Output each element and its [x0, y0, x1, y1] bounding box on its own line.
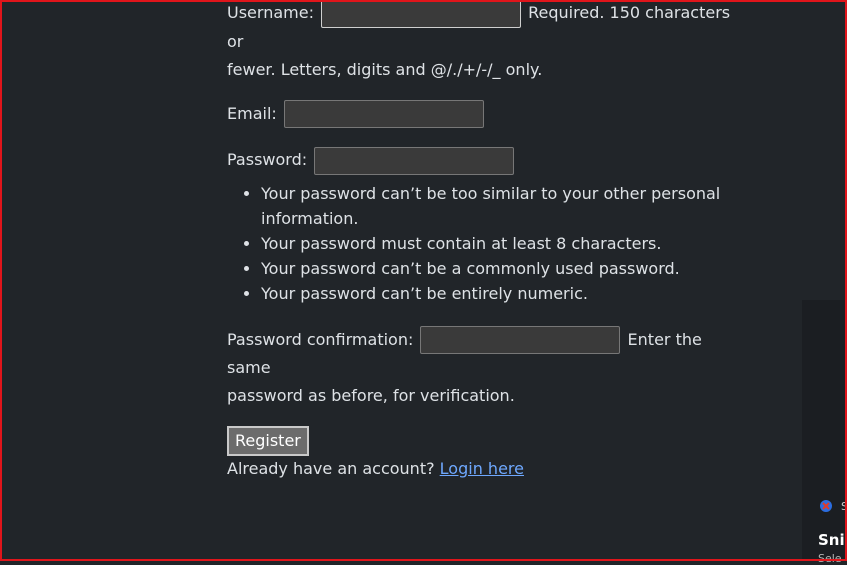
password-rules-list: Your password can’t be too similar to yo…: [227, 181, 747, 306]
login-prompt-row: Already have an account? Login here: [227, 456, 747, 482]
snip-notification-panel[interactable]: [802, 300, 847, 561]
snipping-tool-icon: [820, 500, 832, 512]
password-rule-item: Your password must contain at least 8 ch…: [261, 231, 747, 256]
snip-notification-subtitle: Sele: [818, 552, 842, 565]
password-confirmation-input[interactable]: [420, 326, 621, 354]
password-confirmation-help-text-2: password as before, for verification.: [227, 386, 515, 405]
account-prompt-text: Already have an account?: [227, 459, 440, 478]
password-row: Password:: [227, 146, 747, 175]
password-rule-item: Your password can’t be entirely numeric.: [261, 281, 747, 306]
username-input[interactable]: [321, 0, 522, 28]
password-rule-item: Your password can’t be a commonly used p…: [261, 256, 747, 281]
email-input[interactable]: [283, 100, 484, 128]
username-row: Username: Required. 150 characters or fe…: [227, 0, 747, 84]
username-label: Username:: [227, 3, 314, 22]
register-button[interactable]: Register: [227, 426, 309, 456]
registration-form: Username: Required. 150 characters or fe…: [227, 0, 747, 482]
password-rule-item: Your password can’t be too similar to yo…: [261, 181, 747, 231]
email-row: Email:: [227, 100, 747, 128]
snip-app-name: S: [841, 500, 847, 513]
login-link[interactable]: Login here: [440, 459, 524, 478]
snip-notification-title: Snip: [818, 531, 847, 549]
password-confirmation-label: Password confirmation:: [227, 329, 414, 349]
password-confirmation-row: Password confirmation: Enter the same pa…: [227, 326, 747, 411]
username-help-text-2: fewer. Letters, digits and @/./+/-/_ onl…: [227, 59, 543, 79]
password-label: Password:: [227, 150, 308, 169]
email-label: Email:: [227, 103, 277, 123]
register-row: Register: [227, 426, 747, 456]
password-input[interactable]: [314, 146, 515, 175]
